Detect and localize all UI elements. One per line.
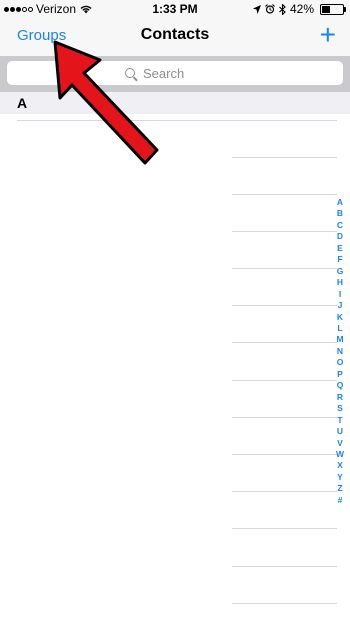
index-letter[interactable]: J: [338, 300, 343, 311]
list-separator: [232, 380, 337, 381]
search-icon: [125, 68, 135, 78]
battery-percent: 42%: [289, 2, 314, 16]
search-box[interactable]: [7, 61, 343, 85]
index-letter[interactable]: V: [337, 438, 343, 449]
index-letter[interactable]: X: [337, 460, 343, 471]
battery-level: [322, 5, 330, 13]
list-separator: [232, 231, 337, 232]
bluetooth-icon: [279, 3, 286, 15]
index-letter[interactable]: A: [337, 197, 343, 208]
list-separator: [232, 305, 337, 306]
index-letter[interactable]: B: [337, 208, 343, 219]
index-letter[interactable]: L: [337, 323, 342, 334]
index-letter[interactable]: Z: [337, 483, 342, 494]
list-separator: [232, 194, 337, 195]
search-area: [0, 56, 350, 92]
battery-icon: [320, 3, 346, 15]
index-letter[interactable]: S: [337, 403, 343, 414]
index-letter[interactable]: O: [337, 357, 344, 368]
index-letter[interactable]: K: [337, 312, 343, 323]
list-separator: [232, 491, 337, 492]
navigation-bar: Groups Contacts +: [0, 18, 350, 56]
list-separator: [232, 268, 337, 269]
index-letter[interactable]: N: [337, 346, 343, 357]
index-letter[interactable]: W: [336, 449, 344, 460]
list-separator: [232, 342, 337, 343]
index-letter[interactable]: P: [337, 369, 343, 380]
page-title: Contacts: [140, 26, 210, 43]
index-letter[interactable]: C: [337, 220, 343, 231]
alarm-icon: [265, 4, 275, 14]
index-letter[interactable]: U: [337, 426, 343, 437]
index-letter[interactable]: Y: [337, 472, 343, 483]
search-input[interactable]: [141, 64, 225, 82]
list-separator: [17, 120, 337, 121]
section-header: A: [0, 92, 350, 114]
list-separator: [232, 528, 337, 529]
index-letter[interactable]: R: [337, 392, 343, 403]
alphabet-index[interactable]: A B C D E F G H I J K L M N O P Q R S T U V W X Y Z #: [333, 197, 347, 506]
index-letter[interactable]: I: [339, 289, 341, 300]
index-letter[interactable]: E: [337, 243, 343, 254]
index-letter[interactable]: M: [336, 334, 343, 345]
index-letter[interactable]: G: [337, 266, 344, 277]
add-contact-button[interactable]: +: [320, 20, 336, 50]
status-bar: Verizon 1:33 PM 42%: [0, 0, 350, 18]
list-separator: [232, 417, 337, 418]
index-letter[interactable]: #: [338, 495, 343, 506]
status-right: 42%: [252, 0, 346, 18]
location-icon: [252, 4, 261, 14]
list-separator: [232, 566, 337, 567]
index-letter[interactable]: D: [337, 231, 343, 242]
list-separator: [232, 603, 337, 604]
index-letter[interactable]: Q: [337, 380, 344, 391]
list-separator: [232, 157, 337, 158]
index-letter[interactable]: F: [337, 254, 342, 265]
index-letter[interactable]: H: [337, 277, 343, 288]
index-letter[interactable]: T: [337, 415, 342, 426]
list-separator: [232, 454, 337, 455]
section-header-letter: A: [17, 95, 28, 111]
